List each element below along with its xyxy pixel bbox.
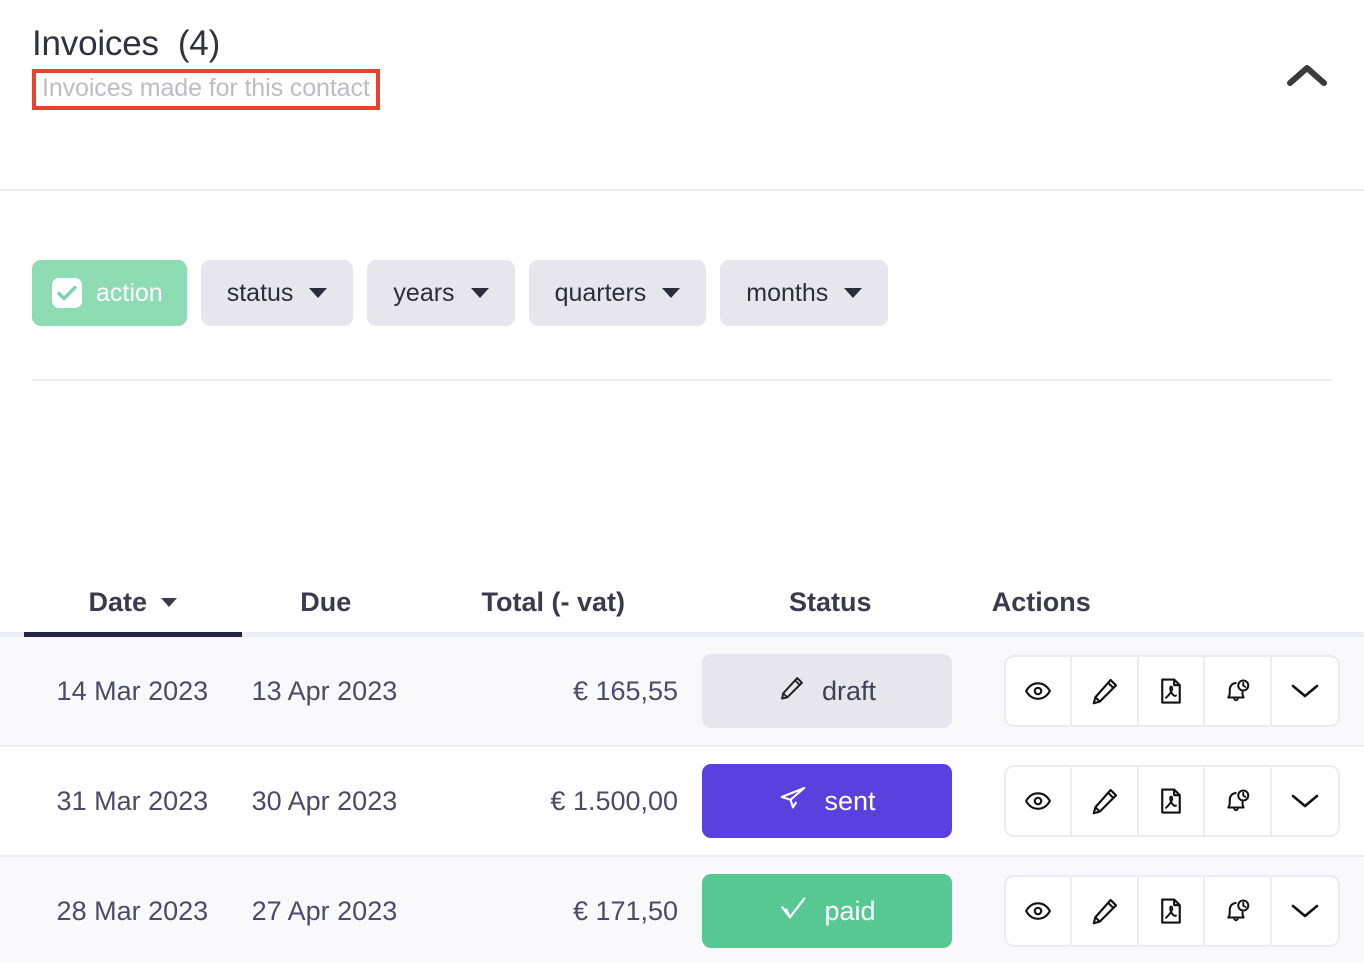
- chevron-down-icon: [662, 288, 681, 298]
- table-header-row: Date Due Total (- vat) Status Actions: [0, 566, 1364, 632]
- view-invoice-button[interactable]: [1006, 877, 1073, 945]
- column-header-date-label: Date: [88, 587, 148, 617]
- filter-quarters-label: quarters: [554, 278, 647, 307]
- column-header-due[interactable]: Due: [242, 587, 410, 632]
- edit-invoice-button[interactable]: [1072, 767, 1139, 835]
- invoices-panel: Invoices (4) Invoices made for this cont…: [0, 0, 1364, 962]
- column-header-due-label: Due: [300, 587, 352, 617]
- cell-status: draft: [694, 654, 960, 728]
- filter-months-label: months: [746, 278, 829, 307]
- chevron-down-icon: [470, 288, 489, 298]
- edit-invoice-button[interactable]: [1072, 657, 1139, 725]
- filter-years-label: years: [393, 278, 455, 307]
- page-subtitle: Invoices made for this contact: [42, 73, 370, 102]
- status-badge-label: sent: [824, 785, 876, 816]
- cell-due: 27 Apr 2023: [251, 895, 398, 926]
- cell-date: 31 Mar 2023: [56, 785, 209, 816]
- row-actions-group: [1004, 655, 1340, 727]
- cell-date: 28 Mar 2023: [56, 895, 209, 926]
- table-row[interactable]: 28 Mar 2023 27 Apr 2023 € 171,50 paid: [0, 857, 1364, 962]
- pdf-file-icon: [1156, 676, 1186, 706]
- chevron-down-icon: [309, 288, 328, 298]
- panel-header: Invoices (4) Invoices made for this cont…: [0, 0, 1364, 191]
- table-header-underline: [0, 632, 1364, 637]
- row-actions-group: [1004, 765, 1340, 837]
- invoices-table: Date Due Total (- vat) Status Actions 14…: [0, 566, 1364, 962]
- chevron-down-icon: [1289, 900, 1321, 922]
- subtitle-annotation-box: Invoices made for this contact: [32, 68, 380, 110]
- pencil-icon: [778, 674, 806, 709]
- chevron-up-icon: [1286, 62, 1328, 88]
- reminder-button[interactable]: [1205, 767, 1272, 835]
- filter-status-label: status: [226, 278, 294, 307]
- filter-years-button[interactable]: years: [367, 260, 515, 326]
- cell-actions: [960, 875, 1340, 947]
- table-row[interactable]: 14 Mar 2023 13 Apr 2023 € 165,55 draft: [0, 637, 1364, 747]
- column-header-actions-label: Actions: [991, 587, 1091, 617]
- column-header-total-label: Total (- vat): [481, 587, 626, 617]
- reminder-button[interactable]: [1205, 877, 1272, 945]
- page-title: Invoices (4): [32, 24, 221, 63]
- checkbox-checked-icon: [52, 278, 82, 308]
- more-actions-button[interactable]: [1271, 767, 1338, 835]
- chevron-down-icon: [1289, 790, 1321, 812]
- column-header-actions: Actions: [964, 587, 1340, 632]
- status-badge-label: draft: [822, 675, 877, 706]
- eye-icon: [1023, 896, 1053, 926]
- more-actions-button[interactable]: [1271, 877, 1338, 945]
- download-pdf-button[interactable]: [1138, 767, 1206, 835]
- filter-action-button[interactable]: action: [32, 260, 187, 326]
- eye-icon: [1023, 676, 1053, 706]
- cell-due: 13 Apr 2023: [251, 675, 398, 706]
- column-header-status-label: Status: [788, 587, 872, 617]
- filter-status-button[interactable]: status: [200, 260, 354, 326]
- filter-months-button[interactable]: months: [720, 260, 889, 326]
- row-actions-group: [1004, 875, 1340, 947]
- cell-total: € 1.500,00: [550, 785, 679, 816]
- column-header-total[interactable]: Total (- vat): [410, 587, 697, 632]
- status-badge-label: paid: [824, 895, 876, 926]
- bell-clock-icon: [1222, 676, 1252, 706]
- sort-caret-icon: [161, 598, 178, 607]
- column-header-status[interactable]: Status: [697, 587, 964, 632]
- filter-divider: [32, 379, 1332, 381]
- view-invoice-button[interactable]: [1006, 767, 1073, 835]
- check-icon: [778, 893, 808, 930]
- bell-clock-icon: [1222, 786, 1252, 816]
- edit-invoice-button[interactable]: [1072, 877, 1139, 945]
- pencil-icon: [1090, 676, 1120, 706]
- bell-clock-icon: [1222, 896, 1252, 926]
- cell-total: € 165,55: [572, 675, 679, 706]
- collapse-panel-button[interactable]: [1280, 52, 1334, 98]
- cell-total: € 171,50: [572, 895, 679, 926]
- column-header-date[interactable]: Date: [24, 587, 242, 632]
- cell-date: 14 Mar 2023: [56, 675, 209, 706]
- download-pdf-button[interactable]: [1138, 877, 1206, 945]
- cell-actions: [960, 655, 1340, 727]
- paper-plane-icon: [778, 783, 808, 820]
- reminder-button[interactable]: [1205, 657, 1272, 725]
- cell-status: paid: [694, 874, 960, 948]
- more-actions-button[interactable]: [1271, 657, 1338, 725]
- pencil-icon: [1090, 786, 1120, 816]
- pdf-file-icon: [1156, 786, 1186, 816]
- cell-due: 30 Apr 2023: [251, 785, 398, 816]
- status-badge[interactable]: draft: [702, 654, 953, 728]
- eye-icon: [1023, 786, 1053, 816]
- chevron-down-icon: [844, 288, 863, 298]
- status-badge[interactable]: paid: [702, 874, 953, 948]
- filter-action-label: action: [96, 278, 163, 307]
- table-row[interactable]: 31 Mar 2023 30 Apr 2023 € 1.500,00 sent: [0, 747, 1364, 857]
- cell-actions: [960, 765, 1340, 837]
- pencil-icon: [1090, 896, 1120, 926]
- filter-quarters-button[interactable]: quarters: [528, 260, 707, 326]
- download-pdf-button[interactable]: [1138, 657, 1206, 725]
- pdf-file-icon: [1156, 896, 1186, 926]
- filter-bar: action status years quarters months: [0, 191, 1364, 326]
- cell-status: sent: [694, 764, 960, 838]
- chevron-down-icon: [1289, 680, 1321, 702]
- view-invoice-button[interactable]: [1006, 657, 1073, 725]
- status-badge[interactable]: sent: [702, 764, 953, 838]
